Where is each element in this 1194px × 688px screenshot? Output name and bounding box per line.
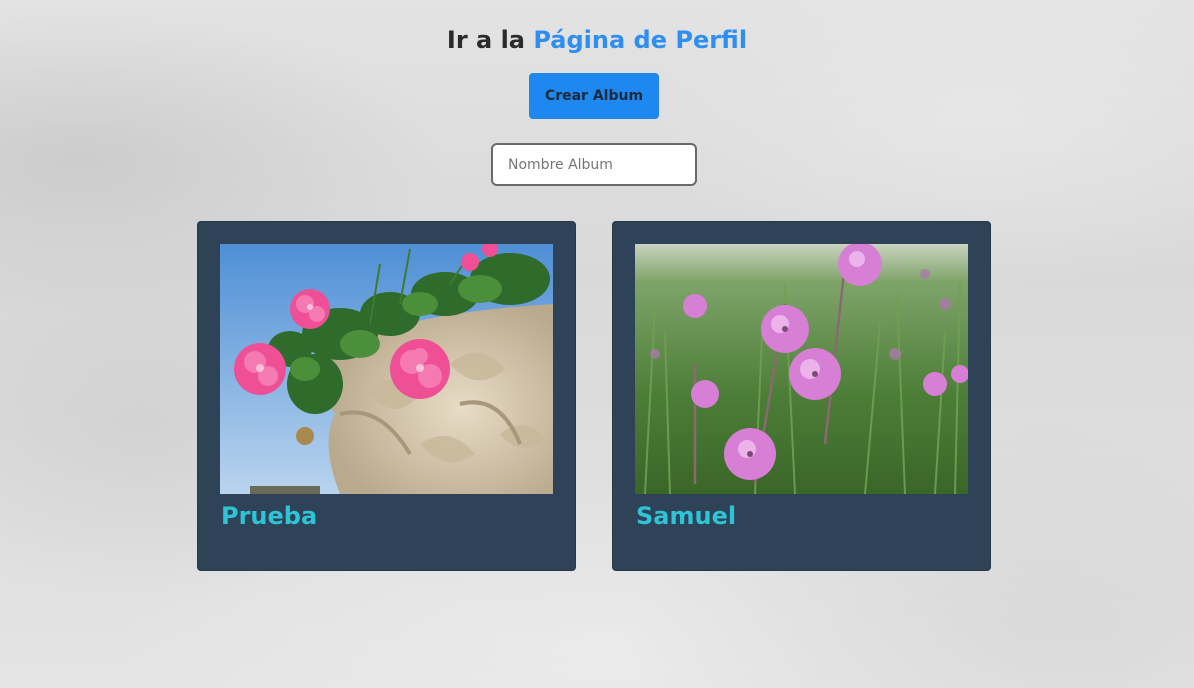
album-card[interactable]: Samuel bbox=[612, 221, 991, 571]
create-album-button[interactable]: Crear Album bbox=[529, 73, 659, 119]
album-cover-image bbox=[220, 244, 553, 494]
profile-page-link[interactable]: Página de Perfil bbox=[533, 26, 747, 54]
album-name-input[interactable] bbox=[491, 143, 697, 186]
heading-prefix: Ir a la bbox=[446, 26, 525, 54]
page-heading: Ir a la Página de Perfil bbox=[0, 26, 1194, 54]
album-title[interactable]: Samuel bbox=[636, 502, 736, 530]
album-title[interactable]: Prueba bbox=[221, 502, 317, 530]
album-card[interactable]: Prueba bbox=[197, 221, 576, 571]
album-cover-image bbox=[635, 244, 968, 494]
